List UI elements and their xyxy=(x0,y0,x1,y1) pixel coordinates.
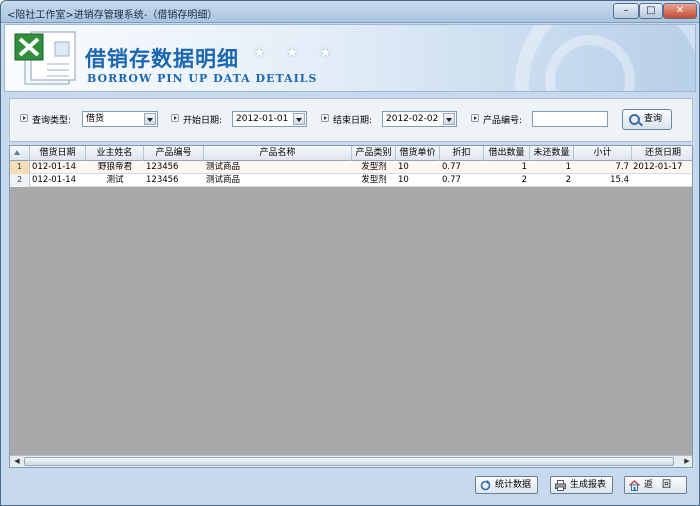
start-date-picker[interactable]: 2012-01-01 xyxy=(232,111,307,127)
product-code-input[interactable] xyxy=(532,111,608,127)
close-button[interactable]: ✕ xyxy=(663,3,697,19)
query-type-label: 查询类型: xyxy=(32,116,72,126)
window-title: <陪社工作室>进销存管理系统-（借销存明细） xyxy=(7,10,218,21)
scroll-right-icon[interactable]: ▶ xyxy=(681,457,692,466)
cell-category: 发型剂 xyxy=(361,162,387,172)
print-icon xyxy=(555,480,566,491)
cell-date: 012-01-14 xyxy=(32,175,76,185)
cell-price: 10 xyxy=(398,175,409,185)
home-icon xyxy=(629,480,640,491)
row-number[interactable]: 2 xyxy=(10,174,30,187)
end-date-label: 结束日期: xyxy=(333,116,373,126)
cell-owner: 野狼帝君 xyxy=(97,162,132,172)
bullet-arrow-icon xyxy=(471,114,479,122)
cell-return-date: 2012-01-17 xyxy=(633,162,683,172)
cell-discount: 0.77 xyxy=(442,162,461,172)
query-type-select[interactable]: 借货 xyxy=(82,111,158,127)
refresh-icon xyxy=(480,480,491,491)
table-row[interactable]: 1 012-01-14 野狼帝君 123456 测试商品 发型剂 10 0.77… xyxy=(10,161,692,174)
cell-unreturned: 1 xyxy=(565,162,571,172)
cell-return-date xyxy=(633,174,692,187)
data-grid: 借货日期 业主姓名 产品编号 产品名称 产品类别 借货单价 折扣 借出数量 未还… xyxy=(9,145,693,468)
cell-subtotal: 7.7 xyxy=(615,162,629,172)
chevron-down-icon[interactable] xyxy=(144,113,156,125)
column-header[interactable]: 借货日期 xyxy=(30,146,86,161)
cell-lent: 2 xyxy=(521,175,527,185)
cell-owner: 测试 xyxy=(106,175,124,185)
search-button[interactable]: 查询 xyxy=(622,109,672,130)
start-date-value: 2012-01-01 xyxy=(236,114,289,124)
generate-report-label: 生成报表 xyxy=(570,480,607,490)
column-header[interactable]: 还货日期 xyxy=(632,146,692,161)
cell-code: 123456 xyxy=(146,175,179,185)
spreadsheet-icon xyxy=(14,31,76,85)
cell-lent: 1 xyxy=(521,162,527,172)
start-date-label: 开始日期: xyxy=(183,116,223,126)
query-type-value: 借货 xyxy=(86,114,105,124)
column-header[interactable]: 产品类别 xyxy=(352,146,396,161)
bullet-arrow-icon xyxy=(20,114,28,122)
chevron-down-icon[interactable] xyxy=(443,113,455,125)
search-icon xyxy=(629,114,640,125)
cell-subtotal: 15.4 xyxy=(610,175,629,185)
cell-name: 测试商品 xyxy=(206,175,241,185)
title-bar: <陪社工作室>进销存管理系统-（借销存明细） – □ ✕ xyxy=(1,1,699,23)
cell-price: 10 xyxy=(398,162,409,172)
table-row[interactable]: 2 012-01-14 测试 123456 测试商品 发型剂 10 0.77 2… xyxy=(10,174,692,187)
query-panel: 查询类型: 借货 开始日期: 2012-01-01 结束日期: 2012-02-… xyxy=(9,98,693,142)
end-date-picker[interactable]: 2012-02-02 xyxy=(382,111,457,127)
end-date-value: 2012-02-02 xyxy=(386,114,439,124)
minimize-button[interactable]: – xyxy=(613,3,639,19)
cell-discount: 0.77 xyxy=(442,175,461,185)
column-header[interactable]: 小计 xyxy=(574,146,632,161)
back-button[interactable]: 返 回 xyxy=(624,476,687,494)
sort-icon xyxy=(14,150,20,155)
stats-button-label: 统计数据 xyxy=(495,480,532,490)
page-subtitle: BORROW PIN UP DATA DETAILS xyxy=(87,72,318,85)
back-button-label: 返 回 xyxy=(644,480,672,490)
row-number[interactable]: 1 xyxy=(10,161,30,174)
cell-unreturned: 2 xyxy=(565,175,571,185)
app-window: <陪社工作室>进销存管理系统-（借销存明细） – □ ✕ 借销存数据明细 ★ ★… xyxy=(0,0,700,506)
decorative-stars: ★ ★ ★ xyxy=(253,45,340,61)
grid-header: 借货日期 业主姓名 产品编号 产品名称 产品类别 借货单价 折扣 借出数量 未还… xyxy=(10,146,692,161)
column-header[interactable]: 折扣 xyxy=(440,146,484,161)
select-all-corner[interactable] xyxy=(10,146,30,161)
column-header[interactable]: 产品名称 xyxy=(204,146,352,161)
column-header[interactable]: 借货单价 xyxy=(396,146,440,161)
chevron-down-icon[interactable] xyxy=(293,113,305,125)
scroll-left-icon[interactable]: ◀ xyxy=(11,457,23,466)
maximize-button[interactable]: □ xyxy=(639,3,663,19)
column-header[interactable]: 未还数量 xyxy=(530,146,574,161)
horizontal-scrollbar[interactable]: ◀ ▶ xyxy=(10,455,692,467)
header-banner: 借销存数据明细 ★ ★ ★ BORROW PIN UP DATA DETAILS xyxy=(4,24,696,92)
bullet-arrow-icon xyxy=(171,114,179,122)
search-button-label: 查询 xyxy=(643,114,662,124)
scroll-thumb[interactable] xyxy=(24,457,674,466)
cell-category: 发型剂 xyxy=(361,175,387,185)
generate-report-button[interactable]: 生成报表 xyxy=(550,476,613,494)
product-code-label: 产品编号: xyxy=(483,116,523,126)
column-header[interactable]: 业主姓名 xyxy=(86,146,144,161)
cell-name: 测试商品 xyxy=(206,162,241,172)
cell-date: 012-01-14 xyxy=(32,162,76,172)
stats-button[interactable]: 统计数据 xyxy=(475,476,538,494)
cell-code: 123456 xyxy=(146,162,179,172)
column-header[interactable]: 产品编号 xyxy=(144,146,204,161)
bullet-arrow-icon xyxy=(321,114,329,122)
column-header[interactable]: 借出数量 xyxy=(484,146,530,161)
action-bar: 统计数据 生成报表 返 回 xyxy=(1,471,699,505)
page-title: 借销存数据明细 xyxy=(85,46,239,71)
